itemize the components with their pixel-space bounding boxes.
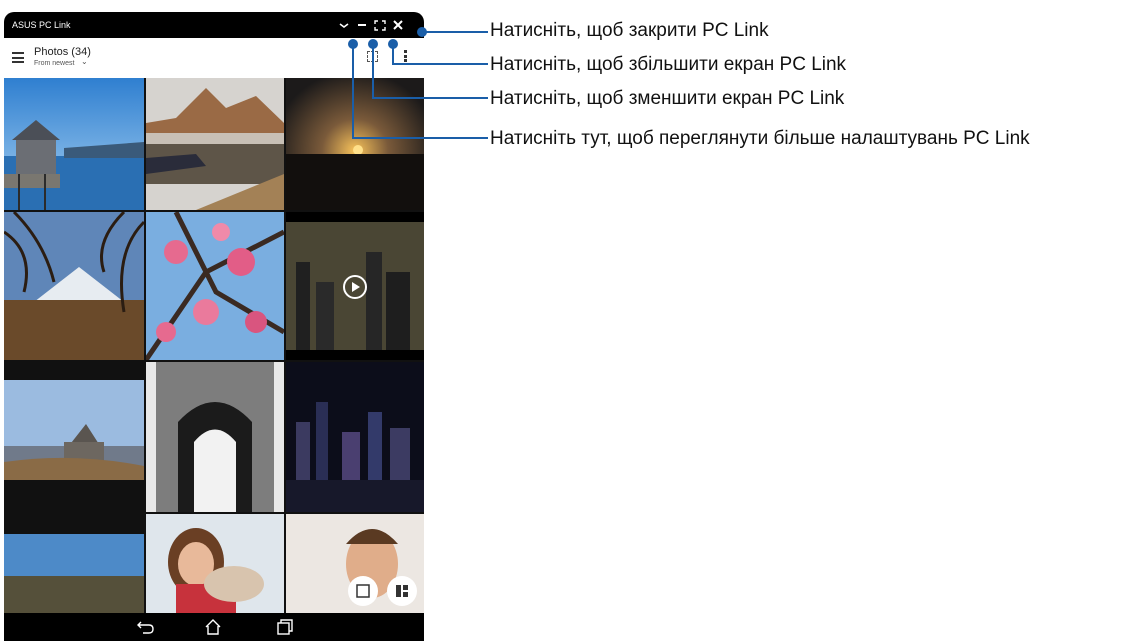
callout-minimize: Натисніть, щоб зменшити екран PC Link	[490, 88, 845, 109]
callout-maximize: Натисніть, щоб збільшити екран PC Link	[490, 54, 847, 75]
callout-more-settings: Натисніть тут, щоб переглянути більше на…	[490, 128, 1030, 149]
callout-close: Натисніть, щоб закрити PC Link	[490, 20, 769, 41]
